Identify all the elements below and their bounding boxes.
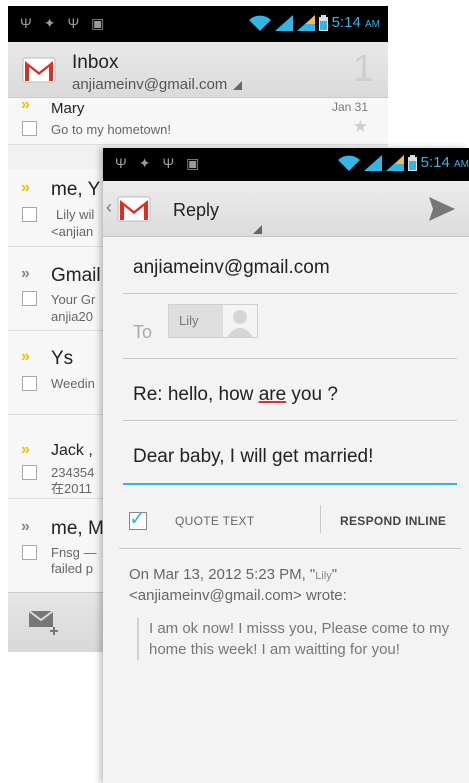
dropdown-icon (233, 81, 243, 90)
status-bar: Ψ ✦ Ψ ▣ 5:14 AM (103, 148, 469, 181)
sender: Jack , (51, 442, 93, 459)
message-preview: 234354 (51, 465, 95, 480)
to-label: To (133, 322, 153, 342)
compose-icon[interactable] (28, 609, 62, 642)
battery-icon (318, 14, 328, 31)
recipient-name: Lily (179, 313, 199, 328)
back-caret-icon[interactable]: ‹ (106, 197, 112, 218)
android-icon: ✦ (43, 15, 56, 31)
divider (123, 293, 457, 294)
account-selector[interactable]: anjiameinv@gmail.com (72, 76, 243, 93)
important-marker-icon: » (21, 96, 30, 113)
usb-icon: Ψ (162, 155, 175, 171)
signal-icon (274, 14, 293, 31)
divider (119, 548, 461, 549)
clock: 5:14 AM (331, 14, 380, 31)
reply-screen: Ψ ✦ Ψ ▣ 5:14 AM ‹ Reply anjiameinv@gmail… (103, 148, 469, 783)
star-icon[interactable]: ★ (353, 117, 368, 137)
quote-attribution: On Mar 13, 2012 5:23 PM, "Lily" <anjiame… (129, 566, 347, 604)
message-preview: <anjian (51, 224, 94, 239)
from-account-field[interactable]: anjiameinv@gmail.com (133, 257, 330, 279)
unread-count: 1 (352, 48, 374, 90)
signal-icon (385, 154, 404, 171)
important-marker-icon: » (21, 265, 30, 282)
list-item[interactable]: » Mary Jan 31 Go to my hometown! ★ (8, 96, 388, 145)
notification-icon: ▣ (91, 15, 105, 31)
reply-action-bar: ‹ Reply (103, 181, 469, 237)
battery-icon (407, 154, 417, 171)
respond-inline-button[interactable]: RESPOND INLINE (340, 514, 446, 528)
status-bar: Ψ ✦ Ψ ▣ 5:14 AM (8, 6, 388, 42)
sender: Ys (51, 348, 74, 369)
message-preview: anjia20 (51, 309, 93, 324)
notification-icon: ▣ (186, 155, 200, 171)
check-icon: ✓ (129, 508, 146, 530)
gmail-logo-icon[interactable] (22, 56, 56, 84)
divider (123, 420, 457, 421)
send-icon (427, 197, 457, 227)
wifi-icon (337, 155, 360, 171)
message-preview: failed p (51, 561, 93, 576)
sender: Mary (51, 100, 85, 117)
quote-text-checkbox[interactable]: ✓ (129, 508, 147, 530)
message-date: Jan 31 (331, 100, 368, 114)
dropdown-icon (253, 225, 262, 234)
subject-input[interactable]: Re: hello, how are you ? (133, 384, 338, 406)
message-preview: 在2011 (51, 481, 92, 496)
quote-text-label[interactable]: QUOTE TEXT (175, 514, 254, 528)
message-preview: Go to my hometown! (51, 122, 171, 137)
android-icon: ✦ (138, 155, 151, 171)
inbox-title[interactable]: Inbox (72, 52, 118, 74)
quoted-message: I am ok now! I misss you, Please come to… (137, 618, 462, 660)
message-checkbox[interactable] (22, 465, 37, 480)
divider (123, 358, 457, 359)
wifi-icon (248, 15, 271, 31)
message-checkbox[interactable] (22, 291, 37, 306)
avatar-icon (223, 305, 257, 337)
body-input[interactable]: Dear baby, I will get married! (133, 446, 373, 468)
sender: me, M (51, 518, 104, 539)
compose-mode-selector[interactable]: Reply (173, 200, 219, 221)
send-button[interactable] (427, 195, 461, 225)
message-preview: Your Gr (51, 292, 96, 307)
clock: 5:14 AM (420, 154, 469, 171)
message-checkbox[interactable] (22, 121, 37, 136)
usb-icon: Ψ (115, 155, 127, 171)
message-preview: Weedin (51, 376, 95, 391)
important-marker-icon: » (21, 179, 30, 196)
recipient-chip[interactable]: Lily (168, 304, 258, 338)
sender: Gmail (51, 265, 101, 286)
message-checkbox[interactable] (22, 376, 37, 391)
usb-icon: Ψ (67, 15, 80, 31)
message-preview: Lily wil (56, 207, 95, 222)
message-checkbox[interactable] (22, 207, 37, 222)
focused-underline (123, 483, 457, 485)
message-checkbox[interactable] (22, 545, 37, 560)
important-marker-icon: » (21, 441, 30, 458)
usb-icon: Ψ (20, 15, 32, 31)
sender: me, Y (51, 179, 101, 200)
divider (320, 505, 321, 533)
important-marker-icon: » (21, 518, 30, 535)
message-preview: Fnsg — (51, 545, 97, 560)
important-marker-icon: » (21, 348, 30, 365)
signal-icon (296, 14, 315, 31)
gmail-logo-icon[interactable] (117, 195, 151, 223)
signal-icon (363, 154, 382, 171)
inbox-action-bar: Inbox anjiameinv@gmail.com 1 (8, 42, 388, 98)
